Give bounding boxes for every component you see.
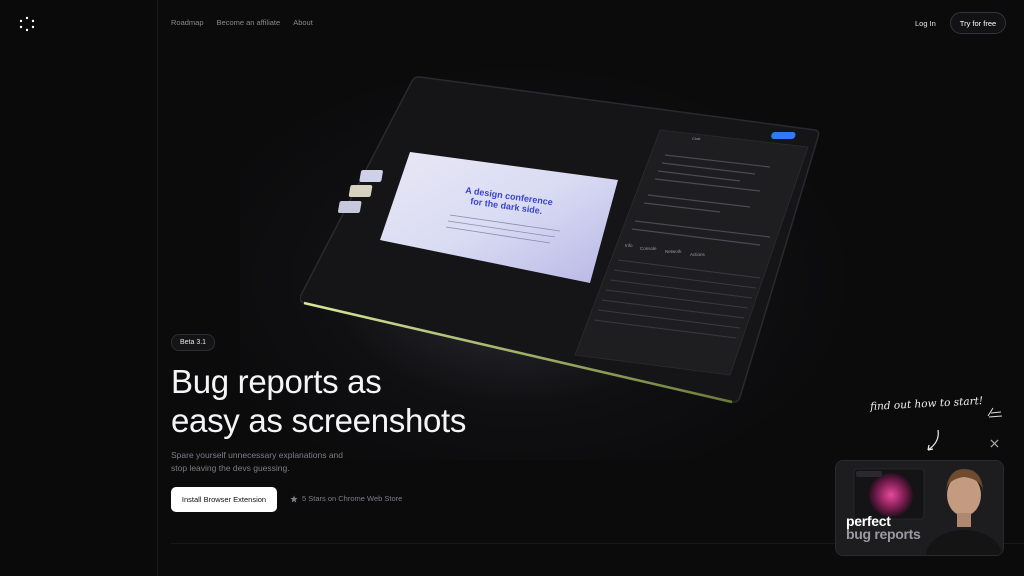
hero-subtitle: Spare yourself unnecessary explanations … [171, 449, 371, 474]
close-video-button[interactable] [986, 435, 1002, 451]
headline-line-2: easy as screenshots [171, 402, 467, 439]
try-for-free-button[interactable]: Try for free [950, 12, 1006, 34]
svg-text:Console: Console [640, 246, 657, 251]
video-overlay-text: perfect bug reports [846, 514, 921, 542]
svg-text:Actions: Actions [690, 252, 706, 257]
hero-headline: Bug reports as easy as screenshots [171, 362, 531, 440]
device-tab-info: Info [625, 243, 633, 248]
svg-text:Chat: Chat [692, 136, 701, 141]
video-text-bug-reports: bug reports [846, 526, 921, 542]
nav-affiliate[interactable]: Become an affiliate [217, 18, 281, 27]
subtitle-line-2: stop leaving the devs guessing. [171, 462, 290, 473]
nav-about[interactable]: About [293, 18, 313, 27]
device-illustration: Chat Info Console Network Actions A desi… [300, 76, 820, 404]
version-badge: Beta 3.1 [171, 334, 216, 351]
logo-icon[interactable] [19, 16, 35, 32]
headline-line-1: Bug reports as [171, 363, 382, 400]
svg-text:Network: Network [665, 249, 682, 254]
star-icon [290, 494, 298, 502]
stars-label: 5 Stars on Chrome Web Store [302, 494, 403, 503]
login-link[interactable]: Log In [915, 19, 936, 28]
close-icon [989, 438, 999, 448]
arrow-icon [927, 429, 939, 451]
promo-video-card[interactable]: perfect bug reports [835, 460, 1004, 556]
callout-text: find out how to start! [869, 395, 984, 413]
left-sidebar [0, 0, 158, 576]
nav-roadmap[interactable]: Roadmap [171, 18, 204, 27]
chrome-store-rating[interactable]: 5 Stars on Chrome Web Store [290, 494, 402, 503]
sparkle-icon [987, 407, 1003, 418]
top-nav: Roadmap Become an affiliate About [171, 18, 313, 27]
subtitle-line-1: Spare yourself unnecessary explanations … [171, 450, 343, 460]
install-extension-button[interactable]: Install Browser Extension [171, 487, 277, 512]
